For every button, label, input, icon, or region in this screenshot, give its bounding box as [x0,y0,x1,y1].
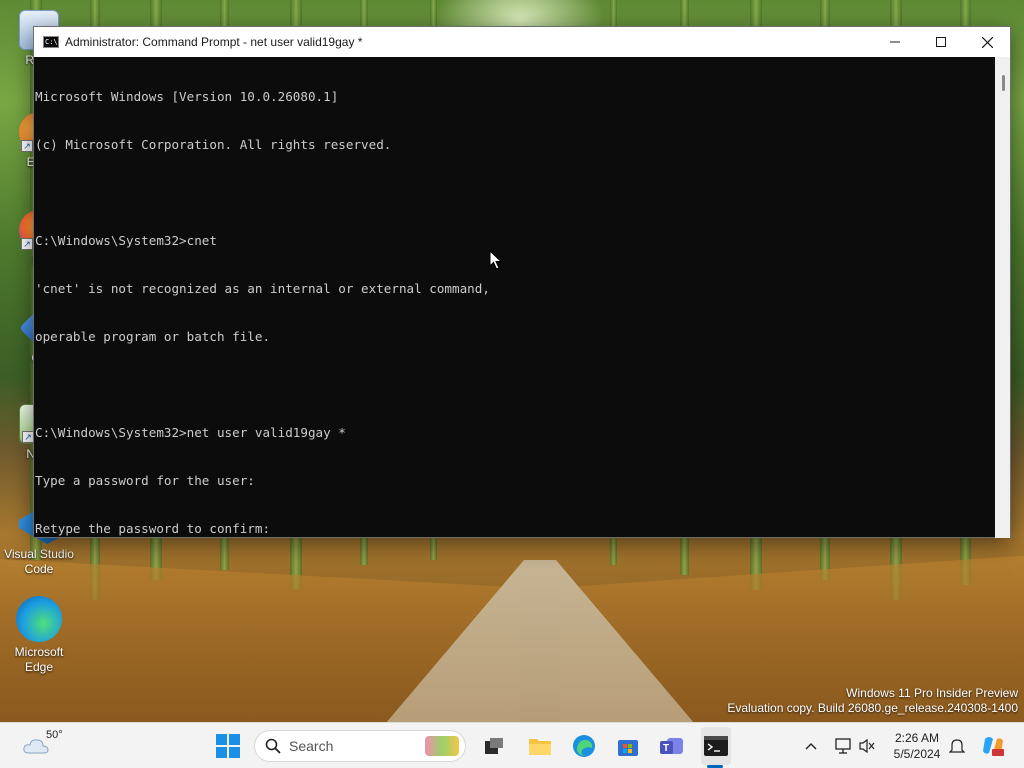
chevron-up-icon [805,743,817,750]
console-line: (c) Microsoft Corporation. All rights re… [35,137,392,152]
start-button[interactable] [212,723,244,768]
clock-date: 5/5/2024 [893,747,941,761]
taskbar-search[interactable]: Search [254,730,466,762]
file-explorer-button[interactable] [525,723,555,768]
console-line: ​ [35,377,996,393]
window-title: Administrator: Command Prompt - net user… [65,35,363,49]
console-output[interactable]: Microsoft Windows [Version 10.0.26080.1]… [34,57,996,538]
teams-button[interactable]: T [657,723,687,768]
watermark-edition: Windows 11 Pro Insider Preview [846,686,1018,700]
windows-start-icon [216,734,240,758]
notification-button[interactable] [946,723,968,768]
task-view-button[interactable] [480,723,508,768]
edge-taskbar-button[interactable] [569,723,599,768]
teams-icon: T [660,738,683,754]
command-prompt-window[interactable]: C:\ Administrator: Command Prompt - net … [33,26,1011,538]
console-line: operable program or batch file. [35,329,271,344]
minimize-button[interactable] [872,27,918,57]
minimize-icon [890,41,900,43]
scrollbar-thumb[interactable] [1002,75,1005,91]
desktop-icon-label: Visual Studio Code [4,547,74,576]
clock-time: 2:26 AM [894,731,940,745]
console-line: ​ [35,185,996,201]
close-button[interactable] [964,27,1010,57]
window-titlebar[interactable]: C:\ Administrator: Command Prompt - net … [34,27,1010,57]
volume-button[interactable] [856,723,878,768]
show-hidden-icons-button[interactable] [800,723,822,768]
file-explorer-icon [529,739,551,755]
edge-icon [16,596,62,642]
notification-icon [949,739,965,753]
console-line: C:\Windows\System32>net user valid19gay … [35,425,346,440]
terminal-taskbar-button[interactable] [701,727,731,765]
weather-temperature: 50° [46,729,63,741]
console-line: 'cnet' is not recognized as an internal … [35,281,490,296]
maximize-button[interactable] [918,27,964,57]
vertical-scrollbar[interactable] [995,57,1010,538]
volume-muted-icon [859,738,875,754]
search-highlight-icon [425,736,459,756]
cmd-icon: C:\ [43,36,59,48]
window-controls [872,27,1010,57]
console-line: Type a password for the user: [35,473,255,488]
desktop-icon-label: Microsoft Edge [14,645,64,674]
console-line: Retype the password to confirm: [35,521,271,536]
store-icon [618,740,638,756]
copilot-icon [983,737,1004,756]
copilot-button[interactable] [978,723,1008,768]
maximize-icon [936,37,946,47]
windows-watermark: Windows 11 Pro Insider Preview Evaluatio… [727,686,1018,716]
weather-widget[interactable]: 50° [14,723,63,768]
network-button[interactable] [832,723,854,768]
svg-text:T: T [663,743,669,754]
store-button[interactable] [613,723,643,768]
taskbar: 50° Search T 2:26 AM 5/5/2024 [0,722,1024,768]
search-label: Search [289,738,334,754]
console-line: Microsoft Windows [Version 10.0.26080.1] [35,89,339,104]
search-icon [265,738,281,754]
edge-icon [573,735,595,757]
clock[interactable]: 2:26 AM 5/5/2024 [886,723,948,768]
mouse-pointer-icon [489,250,503,270]
watermark-build: Evaluation copy. Build 26080.ge_release.… [727,701,1018,715]
task-view-icon [485,738,503,754]
network-icon [835,738,851,754]
console-line: C:\Windows\System32>cnet [35,233,217,248]
terminal-icon [704,736,728,756]
close-icon [981,36,993,48]
desktop-icon-edge[interactable]: Microsoft Edge [0,596,78,675]
